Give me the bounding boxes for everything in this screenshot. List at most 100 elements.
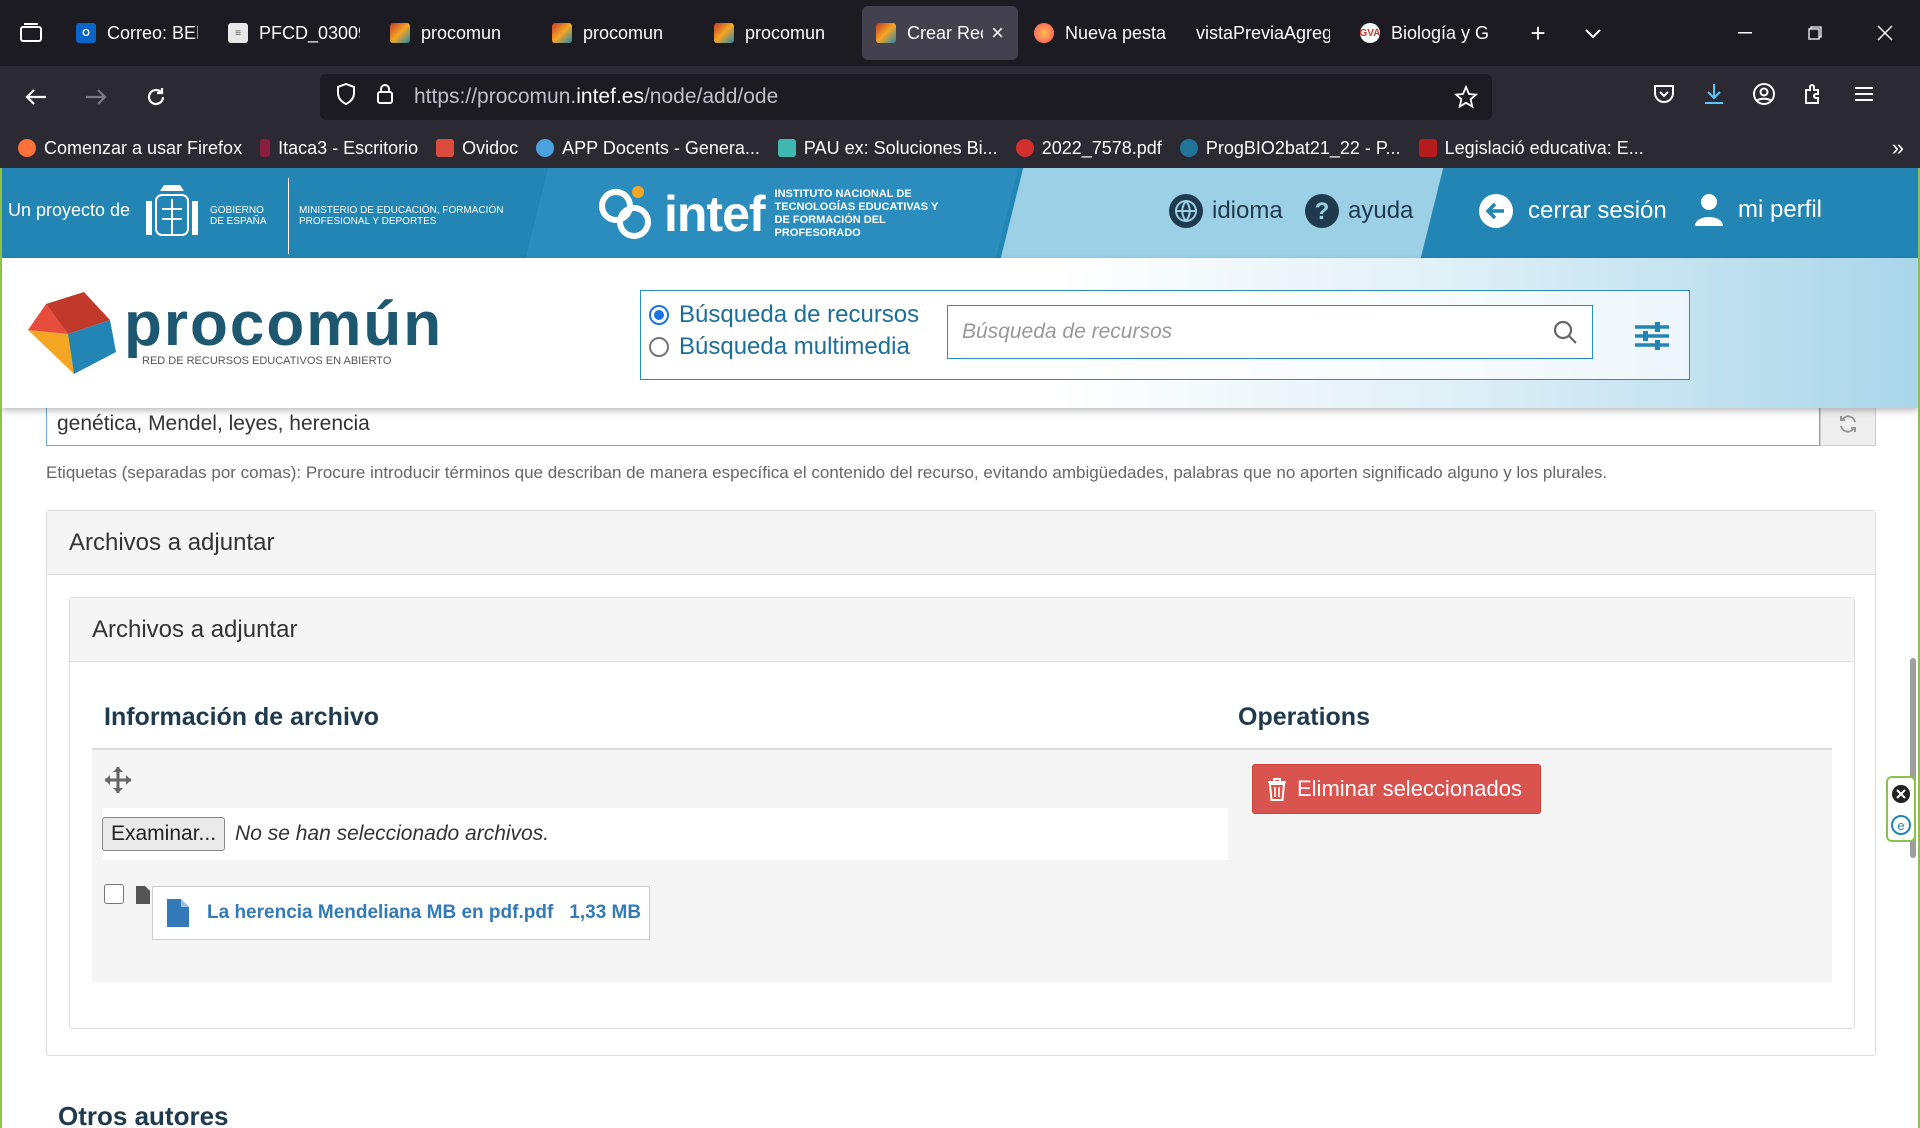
svg-text:e: e: [1897, 818, 1904, 833]
search-icon[interactable]: [1552, 319, 1578, 345]
file-upload-row: Examinar... No se han seleccionado archi…: [102, 808, 1228, 860]
bookmark-item[interactable]: Itaca3 - Escritorio: [260, 138, 418, 159]
list-tabs-icon[interactable]: [1568, 22, 1618, 45]
other-authors-heading: Otros autores: [58, 1101, 229, 1128]
tab-nueva-pestana[interactable]: Nueva pesta: [1020, 6, 1180, 60]
globe-icon: [1169, 194, 1203, 228]
file-select-checkbox[interactable]: [104, 884, 124, 904]
radio-selected[interactable]: [649, 305, 669, 325]
pocket-icon[interactable]: [1652, 82, 1676, 111]
new-tab-icon[interactable]: +: [1508, 18, 1568, 49]
tab-label: procomun: [583, 22, 664, 43]
language-link[interactable]: idioma: [1168, 193, 1283, 229]
svg-text:?: ?: [1315, 198, 1330, 225]
bookmark-item[interactable]: PAU ex: Soluciones Bi...: [777, 138, 998, 159]
tab-crear-recurso[interactable]: Crear Rec ×: [862, 6, 1018, 60]
bookmark-label: 2022_7578.pdf: [1041, 137, 1162, 158]
tags-input[interactable]: genética, Mendel, leyes, herencia: [46, 402, 1820, 446]
app-docents-icon: [536, 139, 555, 157]
help-label: ayuda: [1348, 197, 1414, 224]
restore-icon[interactable]: [1780, 0, 1850, 66]
tab-correo[interactable]: O Correo: BELL: [62, 6, 212, 60]
tab-procomun-2[interactable]: procomun: [538, 6, 698, 60]
search-panel: Búsqueda de recursos Búsqueda multimedia…: [640, 290, 1690, 380]
shield-icon[interactable]: [336, 82, 356, 111]
radio-resources[interactable]: Búsqueda de recursos: [649, 301, 919, 329]
extensions-icon[interactable]: [1802, 82, 1826, 111]
tab-biologia[interactable]: GVA Biología y G: [1346, 6, 1506, 60]
reload-icon[interactable]: [132, 73, 180, 121]
profile-link[interactable]: mi perfil: [1694, 193, 1822, 227]
radio-multimedia[interactable]: Búsqueda multimedia: [649, 333, 910, 361]
close-window-icon[interactable]: [1850, 0, 1920, 66]
file-name-link[interactable]: La herencia Mendeliana MB en pdf.pdf: [207, 902, 553, 924]
help-link[interactable]: ? ayuda: [1304, 193, 1413, 229]
url-bar[interactable]: https://procomun.intef.es/node/add/ode: [320, 74, 1492, 120]
attached-file[interactable]: La herencia Mendeliana MB en pdf.pdf 1,3…: [152, 886, 650, 940]
bookmark-item[interactable]: APP Docents - Genera...: [536, 138, 760, 159]
drag-move-icon[interactable]: [104, 766, 132, 799]
bookmark-star-icon[interactable]: [1453, 84, 1479, 115]
files-table: Información de archivo Operations Examin…: [92, 686, 1832, 982]
procomun-icon: [552, 23, 572, 43]
url-text: https://procomun.intef.es/node/add/ode: [414, 85, 779, 108]
intef-logo[interactable]: intef INSTITUTO NACIONAL DE TECNOLOGÍAS …: [594, 182, 951, 246]
tab-label: procomun: [421, 22, 502, 43]
procomun-logo[interactable]: procomún RED DE RECURSOS EDUCATIVOS EN A…: [26, 290, 443, 374]
firefox-view-icon[interactable]: [0, 0, 62, 66]
user-icon: [1695, 194, 1723, 226]
tab-vista-previa[interactable]: vistaPreviaAgreg: [1182, 6, 1344, 60]
project-label: Un proyecto de: [8, 200, 131, 220]
back-icon[interactable]: [12, 73, 60, 121]
radio-unselected[interactable]: [649, 337, 669, 357]
filter-settings-icon[interactable]: [1635, 321, 1669, 356]
menu-icon[interactable]: [1852, 82, 1876, 111]
delete-selected-button[interactable]: Eliminar seleccionados: [1252, 764, 1541, 814]
bookmark-item[interactable]: 2022_7578.pdf: [1015, 137, 1162, 159]
tab-procomun-3[interactable]: procomun: [700, 6, 860, 60]
search-input[interactable]: Búsqueda de recursos: [947, 305, 1593, 359]
logout-link[interactable]: cerrar sesión: [1478, 193, 1667, 229]
side-widget: e: [1886, 776, 1916, 842]
refresh-tags-button[interactable]: [1820, 402, 1876, 446]
close-tab-icon[interactable]: ×: [991, 20, 1004, 46]
main-form: genética, Mendel, leyes, herencia Etique…: [2, 402, 1918, 1128]
bookmark-item[interactable]: Ovidoc: [436, 138, 518, 159]
intef-subtitle: INSTITUTO NACIONAL DE TECNOLOGÍAS EDUCAT…: [774, 188, 939, 239]
account-icon[interactable]: [1752, 82, 1776, 111]
downloads-icon[interactable]: [1702, 82, 1726, 111]
refresh-icon: [1840, 414, 1856, 433]
edge-extension-icon[interactable]: e: [1891, 814, 1911, 835]
gva-icon: [1015, 139, 1034, 157]
firefox-icon: [18, 139, 36, 157]
page-content: Un proyecto de GOBIERNO DE ESPAÑA MINIST…: [0, 168, 1920, 1128]
tags-help-text: Etiquetas (separadas por comas): Procure…: [46, 463, 1608, 482]
outlook-icon: O: [76, 23, 96, 43]
close-circle-icon[interactable]: [1891, 784, 1911, 804]
bookmark-item[interactable]: ProgBIO2bat21_22 - P...: [1179, 138, 1401, 159]
wordpress-icon: [1179, 139, 1198, 157]
intef-header: Un proyecto de GOBIERNO DE ESPAÑA MINIST…: [2, 168, 1918, 258]
minimize-icon[interactable]: [1710, 0, 1780, 66]
table-row: Examinar... No se han seleccionado archi…: [92, 750, 1832, 982]
bookmark-label: Legislació educativa: E...: [1444, 137, 1644, 158]
forward-icon[interactable]: [72, 73, 120, 121]
itaca-icon: [260, 139, 271, 157]
procomun-bar: procomún RED DE RECURSOS EDUCATIVOS EN A…: [2, 258, 1918, 408]
tab-procomun-1[interactable]: procomun: [376, 6, 536, 60]
radio-resources-label: Búsqueda de recursos: [679, 301, 920, 328]
delete-selected-label: Eliminar seleccionados: [1297, 776, 1522, 801]
tab-pfcd[interactable]: ≡ PFCD_03009: [214, 6, 374, 60]
navigation-bar: https://procomun.intef.es/node/add/ode: [0, 66, 1920, 128]
bookmark-label: Comenzar a usar Firefox: [44, 137, 243, 158]
more-bookmarks-icon[interactable]: »: [1892, 135, 1904, 161]
procomun-icon: [714, 23, 734, 43]
procomun-cube-icon: [28, 292, 116, 374]
bookmark-item[interactable]: Comenzar a usar Firefox: [18, 138, 242, 159]
col-operations: Operations: [1238, 686, 1832, 750]
no-file-text: No se han seleccionado archivos.: [235, 822, 550, 845]
bookmark-item[interactable]: Legislació educativa: E...: [1418, 137, 1644, 159]
lock-icon[interactable]: [376, 83, 394, 111]
browse-button[interactable]: Examinar...: [102, 817, 226, 851]
bookmark-label: APP Docents - Genera...: [562, 137, 760, 158]
